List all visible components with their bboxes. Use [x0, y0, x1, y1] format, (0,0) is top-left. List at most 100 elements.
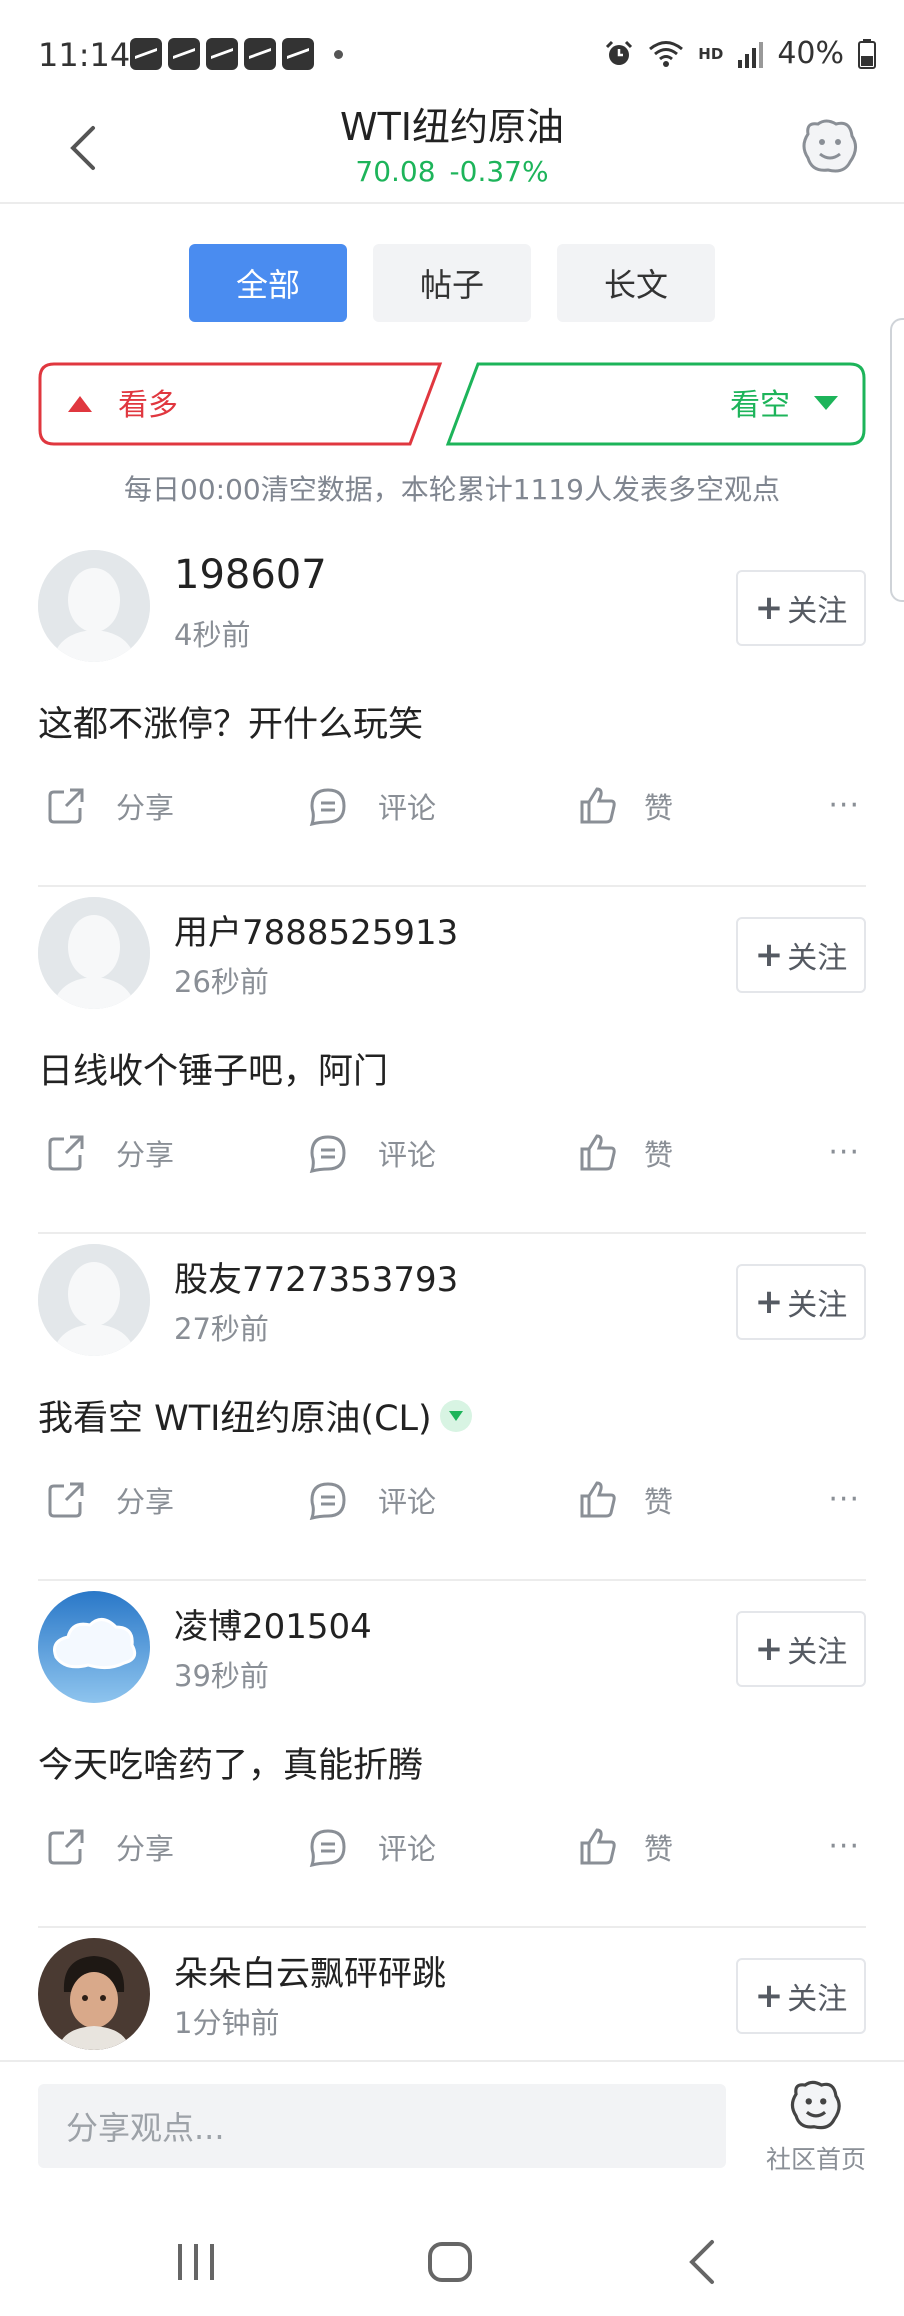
post-content[interactable]: 日线收个锤子吧，阿门	[38, 1043, 388, 1094]
comment-icon	[306, 784, 350, 828]
more-options-button[interactable]: ···	[828, 1135, 860, 1170]
like-button[interactable]: 赞	[576, 778, 673, 834]
like-button[interactable]: 赞	[576, 1125, 673, 1181]
username[interactable]: 198607	[174, 552, 327, 598]
post-actions: 分享 评论 赞 ···	[38, 778, 866, 834]
more-options-button[interactable]: ···	[828, 788, 860, 823]
avatar[interactable]	[38, 550, 150, 662]
plus-icon: +	[754, 1976, 784, 2016]
bearish-badge-icon	[439, 1399, 472, 1432]
comment-icon	[306, 1478, 350, 1522]
username[interactable]: 凌博201504	[174, 1599, 372, 1648]
comment-button[interactable]: 评论	[306, 1125, 436, 1181]
follow-label: 关注	[787, 1635, 848, 1670]
comment-icon	[306, 1131, 350, 1175]
avatar[interactable]	[38, 1591, 150, 1703]
community-home-label: 社区首页	[765, 2145, 866, 2174]
community-mascot-button[interactable]	[798, 114, 862, 178]
follow-button[interactable]: + 关注	[736, 570, 866, 646]
mascot-icon	[790, 2080, 841, 2130]
avatar[interactable]	[38, 897, 150, 1009]
share-button[interactable]: 分享	[44, 1819, 174, 1875]
comment-button[interactable]: 评论	[306, 778, 436, 834]
price-value: 70.08	[355, 155, 436, 188]
post-text: 日线收个锤子吧，阿门	[38, 1052, 389, 1092]
status-time: 11:14	[38, 36, 131, 74]
page-title: WTI纽约原油	[340, 105, 564, 149]
username[interactable]: 股友7727353793	[174, 1252, 458, 1301]
post-item: 凌博201504 39秒前 + 关注 今天吃啥药了，真能折腾 分享 评论 赞 ··…	[38, 1581, 866, 1928]
share-button[interactable]: 分享	[44, 778, 174, 834]
thumbs-up-icon	[576, 1478, 620, 1522]
thumbs-up-icon	[576, 784, 620, 828]
tab-all[interactable]: 全部	[189, 244, 347, 322]
more-options-button[interactable]: ···	[828, 1829, 860, 1864]
comment-label: 评论	[378, 791, 437, 825]
status-bar: 11:14 HD 40%	[0, 0, 904, 112]
like-button[interactable]: 赞	[576, 1472, 673, 1528]
post-time: 4秒前	[174, 618, 251, 652]
recent-apps-icon[interactable]	[174, 2238, 218, 2286]
bearish-button[interactable]: 看空	[448, 362, 866, 446]
bullish-button[interactable]: 看多	[38, 362, 448, 446]
share-button[interactable]: 分享	[44, 1125, 174, 1181]
share-label: 分享	[116, 1138, 175, 1172]
alarm-icon	[606, 40, 633, 65]
child-photo-avatar-icon	[38, 1938, 150, 2050]
follow-button[interactable]: + 关注	[736, 1264, 866, 1340]
share-icon	[44, 784, 88, 828]
battery-percent: 40%	[777, 36, 844, 71]
follow-label: 关注	[787, 1288, 848, 1323]
post-item: 用户7888525913 26秒前 + 关注 日线收个锤子吧，阿门 分享 评论 赞…	[38, 887, 866, 1234]
share-label: 分享	[116, 791, 175, 825]
community-home-button[interactable]: 社区首页	[764, 2076, 868, 2176]
like-label: 赞	[644, 791, 674, 825]
back-nav-icon[interactable]	[686, 2238, 718, 2286]
comment-label: 评论	[378, 1832, 437, 1866]
follow-button[interactable]: + 关注	[736, 917, 866, 993]
plus-icon: +	[754, 1282, 784, 1322]
plus-icon: +	[754, 588, 784, 628]
share-button[interactable]: 分享	[44, 1472, 174, 1528]
default-avatar-icon	[38, 550, 150, 662]
more-notifications-dot-icon	[334, 49, 343, 59]
username[interactable]: 用户7888525913	[174, 905, 458, 954]
like-label: 赞	[644, 1138, 674, 1172]
mascot-icon	[802, 119, 857, 173]
share-opinion-input[interactable]: 分享观点...	[38, 2084, 726, 2168]
post-text: 我看空 WTI纽约原油(CL)	[38, 1399, 432, 1439]
default-avatar-icon	[38, 1244, 150, 1356]
like-button[interactable]: 赞	[576, 1819, 673, 1875]
tab-posts[interactable]: 帖子	[373, 244, 531, 322]
quote-line: 70.08 -0.37%	[0, 152, 904, 192]
avatar[interactable]	[38, 1938, 150, 2050]
share-icon	[44, 1478, 88, 1522]
avatar[interactable]	[38, 1244, 150, 1356]
comment-button[interactable]: 评论	[306, 1819, 436, 1875]
cloud-avatar-icon	[38, 1591, 150, 1703]
follow-button[interactable]: + 关注	[736, 1958, 866, 2034]
share-icon	[44, 1825, 88, 1869]
more-options-button[interactable]: ···	[828, 1482, 860, 1517]
post-content[interactable]: 我看空 WTI纽约原油(CL)	[38, 1390, 472, 1441]
username[interactable]: 朵朵白云飘砰砰跳	[174, 1946, 446, 1995]
filter-tabs: 全部 帖子 长文	[0, 244, 904, 322]
comment-label: 评论	[378, 1138, 437, 1172]
system-navigation-bar	[0, 2200, 904, 2316]
follow-label: 关注	[787, 1982, 848, 2017]
signal-icon	[738, 41, 764, 68]
stock-app-notification-icon	[206, 38, 238, 70]
post-time: 26秒前	[174, 965, 269, 999]
tab-long-articles[interactable]: 长文	[557, 244, 715, 322]
comment-button[interactable]: 评论	[306, 1472, 436, 1528]
follow-label: 关注	[787, 941, 848, 976]
post-time: 39秒前	[174, 1659, 269, 1693]
post-content[interactable]: 今天吃啥药了，真能折腾	[38, 1737, 423, 1788]
post-content[interactable]: 这都不涨停？开什么玩笑	[38, 696, 423, 747]
stock-app-notification-icon	[244, 38, 276, 70]
home-icon[interactable]	[426, 2238, 474, 2286]
follow-button[interactable]: + 关注	[736, 1611, 866, 1687]
post-actions: 分享 评论 赞 ···	[38, 1125, 866, 1181]
like-label: 赞	[644, 1485, 674, 1519]
comment-label: 评论	[378, 1485, 437, 1519]
